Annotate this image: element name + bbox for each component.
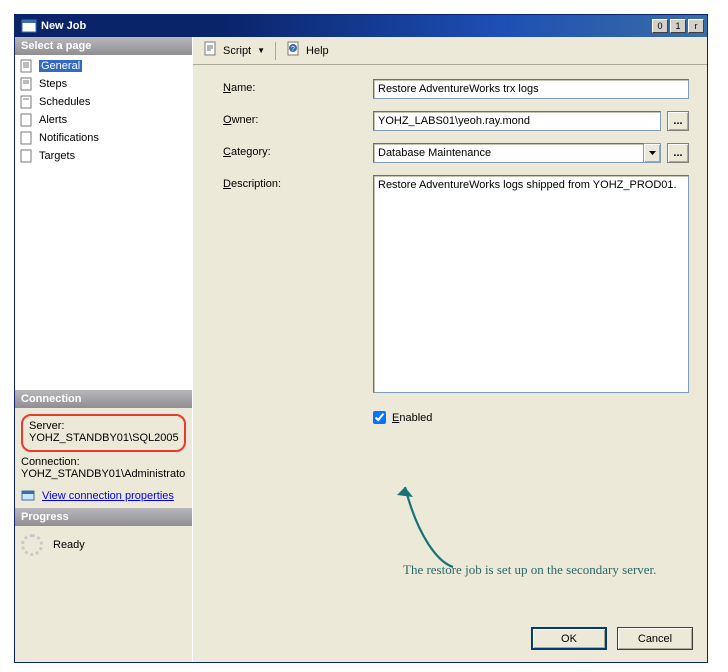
page-item-alerts[interactable]: Alerts — [17, 111, 190, 129]
progress-block: Ready — [15, 526, 192, 564]
page-list: General Steps Schedules Alerts Notificat… — [15, 55, 192, 390]
category-browse-button[interactable]: ... — [667, 143, 689, 163]
enabled-checkbox[interactable] — [373, 411, 386, 424]
annotation-text: The restore job is set up on the seconda… — [403, 562, 728, 578]
page-icon — [19, 130, 35, 146]
toolbar-separator — [275, 42, 276, 60]
page-item-notifications[interactable]: Notifications — [17, 129, 190, 147]
server-value: YOHZ_STANDBY01\SQL2005 — [29, 432, 178, 444]
connection-block: Server: YOHZ_STANDBY01\SQL2005 Connectio… — [15, 408, 192, 508]
page-item-general[interactable]: General — [17, 57, 190, 75]
app-icon — [21, 18, 37, 34]
page-icon — [19, 58, 35, 74]
connection-value: YOHZ_STANDBY01\Administrato — [21, 468, 186, 480]
ok-button[interactable]: OK — [531, 627, 607, 650]
script-button[interactable]: Script ▼ — [203, 41, 265, 60]
page-icon — [19, 94, 35, 110]
progress-status: Ready — [53, 539, 85, 551]
name-label: Name: — [223, 79, 373, 94]
left-pane: Select a page General Steps Schedules Al… — [15, 37, 193, 662]
right-pane: Script ▼ ? Help Name: Owner: ... — [193, 37, 707, 662]
page-label: Steps — [39, 78, 67, 90]
name-input[interactable] — [373, 79, 689, 99]
dropdown-arrow-icon: ▼ — [257, 46, 265, 55]
category-value[interactable] — [373, 143, 644, 163]
page-icon — [19, 112, 35, 128]
page-label: Notifications — [39, 132, 99, 144]
help-icon: ? — [286, 41, 302, 60]
owner-label: Owner: — [223, 111, 373, 126]
close-button[interactable]: r — [688, 19, 704, 33]
page-label: Targets — [39, 150, 75, 162]
category-combo[interactable] — [373, 143, 661, 163]
description-textarea[interactable] — [373, 175, 689, 393]
help-label: Help — [306, 45, 329, 57]
page-icon — [19, 148, 35, 164]
name-label-text: ame: — [231, 82, 255, 94]
svg-text:?: ? — [291, 46, 295, 53]
category-label: Category: — [223, 143, 373, 158]
connection-label: Connection: — [21, 456, 186, 468]
page-label: General — [39, 60, 82, 72]
owner-browse-button[interactable]: ... — [667, 111, 689, 131]
script-label: Script — [223, 45, 251, 57]
page-item-schedules[interactable]: Schedules — [17, 93, 190, 111]
enabled-label: Enabled — [392, 412, 432, 424]
toolbar: Script ▼ ? Help — [193, 37, 707, 65]
progress-header: Progress — [15, 508, 192, 526]
server-label: Server: — [29, 420, 178, 432]
cancel-button[interactable]: Cancel — [617, 627, 693, 650]
connection-header: Connection — [15, 390, 192, 408]
script-icon — [203, 41, 219, 60]
help-button[interactable]: ? Help — [286, 41, 329, 60]
description-label: Description: — [223, 175, 373, 190]
progress-spinner-icon — [21, 534, 43, 556]
page-icon — [19, 76, 35, 92]
window-title: New Job — [41, 20, 652, 32]
page-label: Schedules — [39, 96, 90, 108]
titlebar[interactable]: New Job 0 1 r — [15, 15, 707, 37]
owner-input[interactable] — [373, 111, 661, 131]
connection-properties-icon — [21, 488, 37, 504]
page-label: Alerts — [39, 114, 67, 126]
minimize-button[interactable]: 0 — [652, 19, 668, 33]
new-job-dialog: New Job 0 1 r Select a page General Step… — [14, 14, 708, 663]
combo-dropdown-button[interactable] — [644, 143, 661, 163]
form-area: Name: Owner: ... Category: ... — [193, 65, 707, 444]
server-highlight-box: Server: YOHZ_STANDBY01\SQL2005 — [21, 414, 186, 452]
select-page-header: Select a page — [15, 37, 192, 55]
dialog-button-row: OK Cancel — [531, 627, 693, 650]
view-connection-properties-link[interactable]: View connection properties — [42, 490, 174, 502]
annotation-arrow — [383, 467, 473, 577]
page-item-targets[interactable]: Targets — [17, 147, 190, 165]
page-item-steps[interactable]: Steps — [17, 75, 190, 93]
maximize-button[interactable]: 1 — [670, 19, 686, 33]
